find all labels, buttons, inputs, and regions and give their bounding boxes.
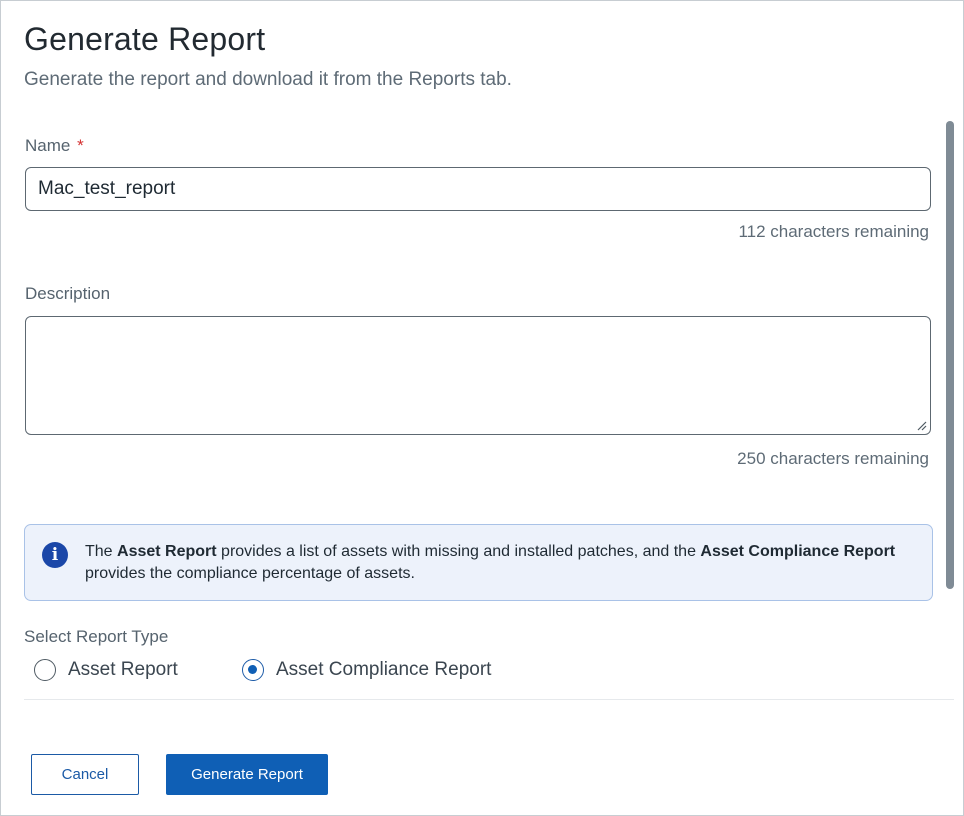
asset-report-term: Asset Report (117, 543, 217, 560)
info-text: The Asset Report provides a list of asse… (85, 541, 915, 585)
radio-label: Asset Compliance Report (276, 659, 492, 680)
required-marker: * (77, 136, 84, 155)
info-text-part: provides a list of assets with missing a… (216, 543, 701, 560)
dialog-title: Generate Report (24, 21, 266, 57)
name-label: Name * (25, 136, 84, 156)
generate-report-dialog: Generate Report Generate the report and … (0, 0, 964, 816)
scrollbar-thumb[interactable] (946, 121, 954, 589)
info-text-part: The (85, 543, 118, 560)
generate-report-button[interactable]: Generate Report (166, 754, 328, 795)
name-input[interactable] (25, 167, 931, 211)
name-char-counter: 112 characters remaining (738, 222, 929, 241)
radio-button-selected[interactable] (242, 659, 264, 681)
name-label-text: Name (25, 136, 71, 155)
cancel-button[interactable]: Cancel (31, 754, 139, 795)
radio-asset-report[interactable]: Asset Report (34, 657, 178, 683)
radio-button[interactable] (34, 659, 56, 681)
description-label: Description (25, 284, 111, 303)
resize-grip-icon[interactable] (915, 419, 927, 431)
report-type-label: Select Report Type (24, 627, 169, 646)
radio-asset-compliance-report[interactable]: Asset Compliance Report (242, 657, 491, 683)
footer-divider (24, 699, 954, 700)
info-banner: i The Asset Report provides a list of as… (24, 524, 933, 601)
description-char-counter: 250 characters remaining (737, 449, 929, 468)
asset-compliance-report-term: Asset Compliance Report (700, 543, 896, 560)
info-icon: i (42, 542, 68, 568)
info-text-part: provides the compliance percentage of as… (85, 565, 415, 582)
dialog-subtitle: Generate the report and download it from… (24, 69, 512, 90)
description-textarea[interactable] (25, 316, 931, 435)
radio-label: Asset Report (68, 659, 178, 680)
